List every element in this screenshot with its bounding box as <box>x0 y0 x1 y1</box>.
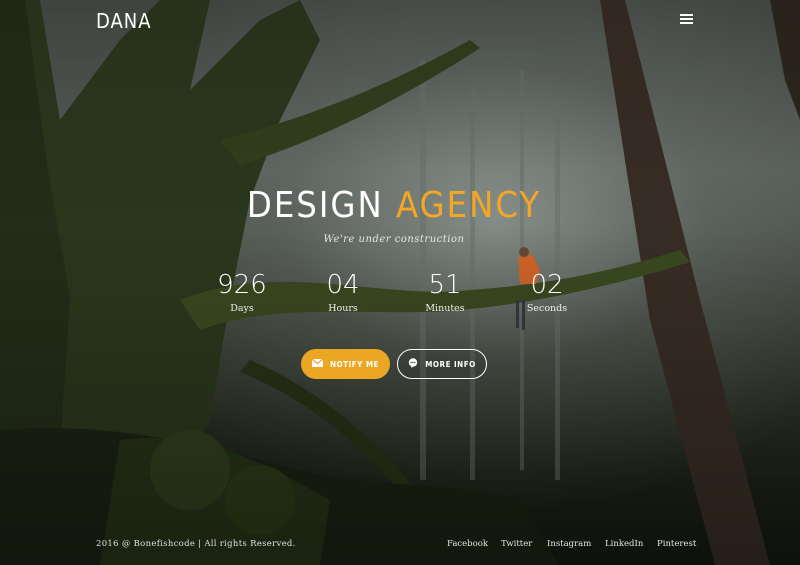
hamburger-menu-icon[interactable] <box>680 14 693 25</box>
copyright-text: 2016 @ Bonefishcode | All rights Reserve… <box>96 539 296 549</box>
footer-link-facebook[interactable]: Facebook <box>447 539 488 549</box>
countdown-minutes-value: 51 <box>428 270 462 300</box>
countdown-days: 926 Days <box>202 268 282 314</box>
countdown-hours-value: 04 <box>326 270 360 300</box>
speech-bubble-icon <box>408 358 418 370</box>
countdown-seconds-value: 02 <box>530 270 564 300</box>
footer-link-instagram[interactable]: Instagram <box>547 539 591 549</box>
countdown-minutes: 51 Minutes <box>405 268 485 314</box>
countdown-minutes-label: Minutes <box>425 303 465 314</box>
more-info-label: MORE INFO <box>425 359 476 369</box>
footer-link-pinterest[interactable]: Pinterest <box>657 539 696 549</box>
countdown-seconds-label: Seconds <box>526 303 568 314</box>
notify-me-button[interactable]: NOTIFY ME <box>301 349 390 379</box>
notify-me-label: NOTIFY ME <box>330 359 379 369</box>
more-info-button[interactable]: MORE INFO <box>397 349 487 379</box>
hero-title-accent: AGENCY <box>396 185 542 226</box>
brand-logo[interactable]: DANA <box>96 9 152 33</box>
countdown-timer: 926 Days 04 Hours 51 Minutes 02 Seconds <box>0 268 800 318</box>
hero-title-main: DESIGN <box>246 185 384 226</box>
countdown-hours: 04 Hours <box>303 268 383 314</box>
envelope-icon <box>311 358 324 369</box>
footer-link-linkedin[interactable]: LinkedIn <box>605 539 643 549</box>
hero-title: DESIGN AGENCY <box>0 184 788 228</box>
countdown-days-value: 926 <box>217 270 267 300</box>
countdown-seconds: 02 Seconds <box>507 268 587 314</box>
countdown-days-label: Days <box>230 303 254 314</box>
footer-link-twitter[interactable]: Twitter <box>501 539 532 549</box>
hero-subtitle: We're under construction <box>323 234 465 245</box>
countdown-hours-label: Hours <box>328 303 358 314</box>
